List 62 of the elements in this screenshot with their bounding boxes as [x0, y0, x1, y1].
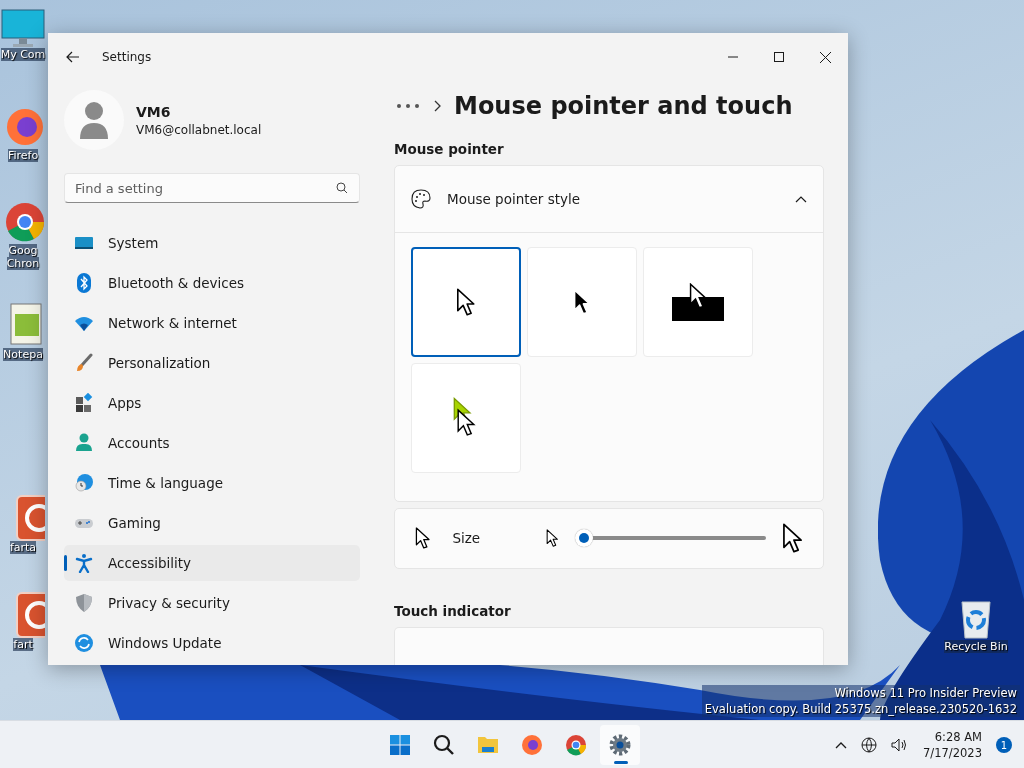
nav-item[interactable]: Accounts: [64, 425, 360, 461]
watermark-text: Evaluation copy. Build 25375.zn_release.230520-1632: [704, 701, 1017, 717]
accessibility-person-icon: [74, 553, 94, 573]
user-name: VM6: [136, 103, 172, 120]
nav-item[interactable]: Time & language: [64, 465, 360, 501]
refresh-icon: [74, 633, 94, 653]
firefox-icon: [520, 733, 544, 757]
nav-item[interactable]: Personalization: [64, 345, 360, 381]
size-label: Size: [452, 530, 482, 547]
taskbar-button[interactable]: [600, 725, 640, 765]
back-arrow-icon[interactable]: [64, 49, 82, 65]
chrome-icon: [564, 733, 588, 757]
size-slider[interactable]: [575, 529, 766, 548]
search-icon[interactable]: [336, 182, 348, 194]
desktop-icon-label: farta: [9, 541, 37, 554]
paintbrush-icon: [74, 353, 94, 373]
user-email: VM6@collabnet.local: [136, 122, 262, 137]
desktop-icon-label: Firefo: [7, 149, 39, 162]
pointer-style-option[interactable]: [411, 246, 521, 357]
desktop-icon-label: My Com: [0, 48, 46, 61]
nav-item[interactable]: System: [64, 225, 360, 261]
search-field[interactable]: Find a setting: [64, 173, 360, 203]
gear-icon: [608, 733, 632, 757]
nav-item[interactable]: Bluetooth & devices: [64, 265, 360, 301]
page-title: Mouse pointer and touch: [454, 91, 793, 120]
nav-item[interactable]: Privacy & security: [64, 585, 360, 621]
window-title: Settings: [102, 50, 152, 64]
small-pointer-icon: [546, 529, 559, 548]
outlined-pointer-icon: [456, 287, 476, 316]
apps-icon: [74, 393, 94, 413]
desktop-icon-label: fart: [13, 638, 33, 651]
pointer-icon: [415, 527, 431, 550]
desktop-icon-label: Goog: [8, 244, 38, 257]
pointer-style-header[interactable]: Mouse pointer style: [395, 165, 823, 232]
desktop-icon-label: Notepa: [3, 348, 43, 361]
windows-logo-icon: [388, 733, 412, 757]
bluetooth-icon: [74, 273, 94, 293]
maximize-icon[interactable]: [774, 52, 784, 62]
close-icon[interactable]: [819, 51, 831, 63]
section-heading: Touch indicator: [394, 603, 512, 620]
chevron-right-icon: [434, 99, 442, 112]
nav-item[interactable]: Accessibility: [64, 545, 360, 581]
palette-icon: [411, 188, 431, 209]
slider-thumb[interactable]: [575, 529, 593, 548]
inverted-pointer-icon: [672, 282, 724, 321]
clock[interactable]: 6:28 AM 7/17/2023: [919, 729, 986, 761]
nav-item[interactable]: Network & internet: [64, 305, 360, 341]
watermark-text: Windows 11 Pro Insider Preview: [833, 685, 1017, 701]
nav-item[interactable]: Apps: [64, 385, 360, 421]
desktop-icon-label: Chron: [6, 257, 40, 270]
globe-clock-icon: [74, 473, 94, 493]
globe-icon[interactable]: [859, 735, 880, 755]
person-icon: [74, 433, 94, 453]
search-icon: [432, 733, 456, 757]
notification-badge[interactable]: 1: [996, 737, 1012, 753]
shield-icon: [74, 593, 94, 613]
monitor-icon: [1, 8, 45, 48]
desktop-icon-label: Recycle Bin: [944, 640, 1008, 653]
section-heading: Mouse pointer: [394, 140, 505, 157]
nav-item[interactable]: Gaming: [64, 505, 360, 541]
nav-item[interactable]: Windows Update: [64, 625, 360, 661]
large-pointer-icon: [782, 523, 803, 554]
